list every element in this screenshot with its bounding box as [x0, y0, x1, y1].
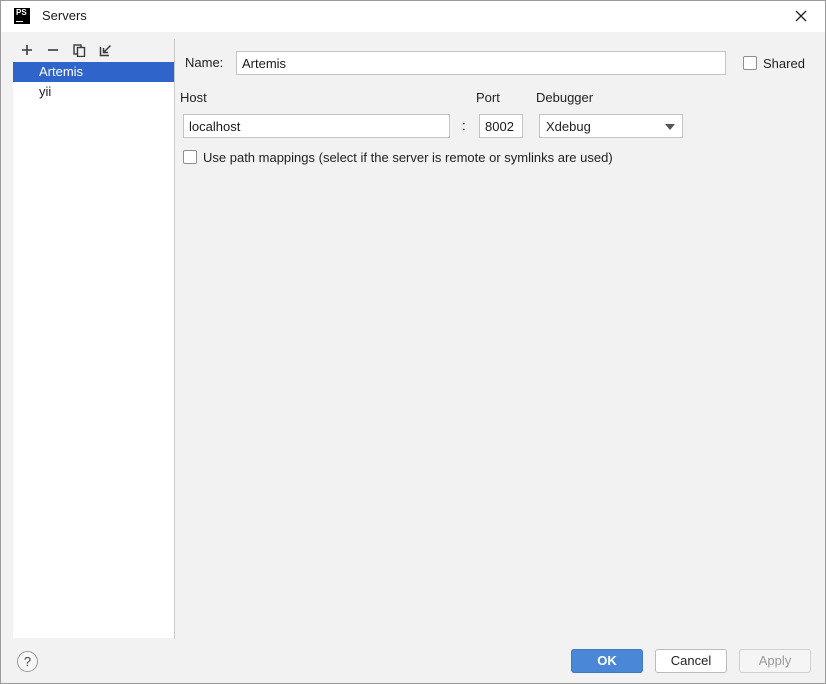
remove-server-button[interactable]: [42, 39, 64, 61]
server-list: Artemis yii: [13, 62, 174, 638]
title-bar: PS Servers: [1, 1, 825, 32]
shared-label: Shared: [763, 56, 805, 71]
debugger-select-value: Xdebug: [546, 119, 591, 134]
app-logo-text: PS: [16, 8, 27, 17]
close-icon: [795, 10, 807, 22]
copy-icon: [72, 43, 85, 57]
servers-dialog: PS Servers Artemis yii Name: Artemis Sha…: [0, 0, 826, 684]
copy-server-button[interactable]: [68, 39, 90, 61]
window-title: Servers: [42, 8, 87, 23]
ok-button[interactable]: OK: [571, 649, 643, 673]
path-mappings-label: Use path mappings (select if the server …: [203, 150, 613, 165]
import-icon: [99, 44, 111, 56]
cancel-button[interactable]: Cancel: [655, 649, 727, 673]
add-server-button[interactable]: [16, 39, 38, 61]
shared-checkbox[interactable]: [743, 56, 757, 70]
server-list-toolbar: [14, 39, 174, 61]
path-mappings-checkbox[interactable]: [183, 150, 197, 164]
host-port-separator: :: [462, 118, 466, 133]
import-server-button[interactable]: [94, 39, 116, 61]
close-button[interactable]: [789, 5, 813, 27]
host-field[interactable]: [183, 114, 450, 138]
debugger-label: Debugger: [536, 90, 594, 105]
phpstorm-logo-icon: PS: [14, 8, 30, 24]
name-field[interactable]: [236, 51, 726, 75]
panel-splitter[interactable]: [174, 39, 175, 639]
remove-icon: [48, 49, 58, 51]
port-field[interactable]: [479, 114, 523, 138]
add-icon: [22, 45, 32, 55]
help-icon: ?: [23, 654, 32, 669]
help-button[interactable]: ?: [17, 651, 38, 672]
chevron-down-icon: [665, 124, 675, 130]
name-label: Name:: [185, 55, 224, 70]
list-item[interactable]: Artemis: [13, 62, 174, 82]
apply-button[interactable]: Apply: [739, 649, 811, 673]
host-label: Host: [180, 90, 207, 105]
debugger-select[interactable]: Xdebug: [539, 114, 683, 138]
list-item[interactable]: yii: [13, 82, 174, 102]
port-label: Port: [476, 90, 500, 105]
